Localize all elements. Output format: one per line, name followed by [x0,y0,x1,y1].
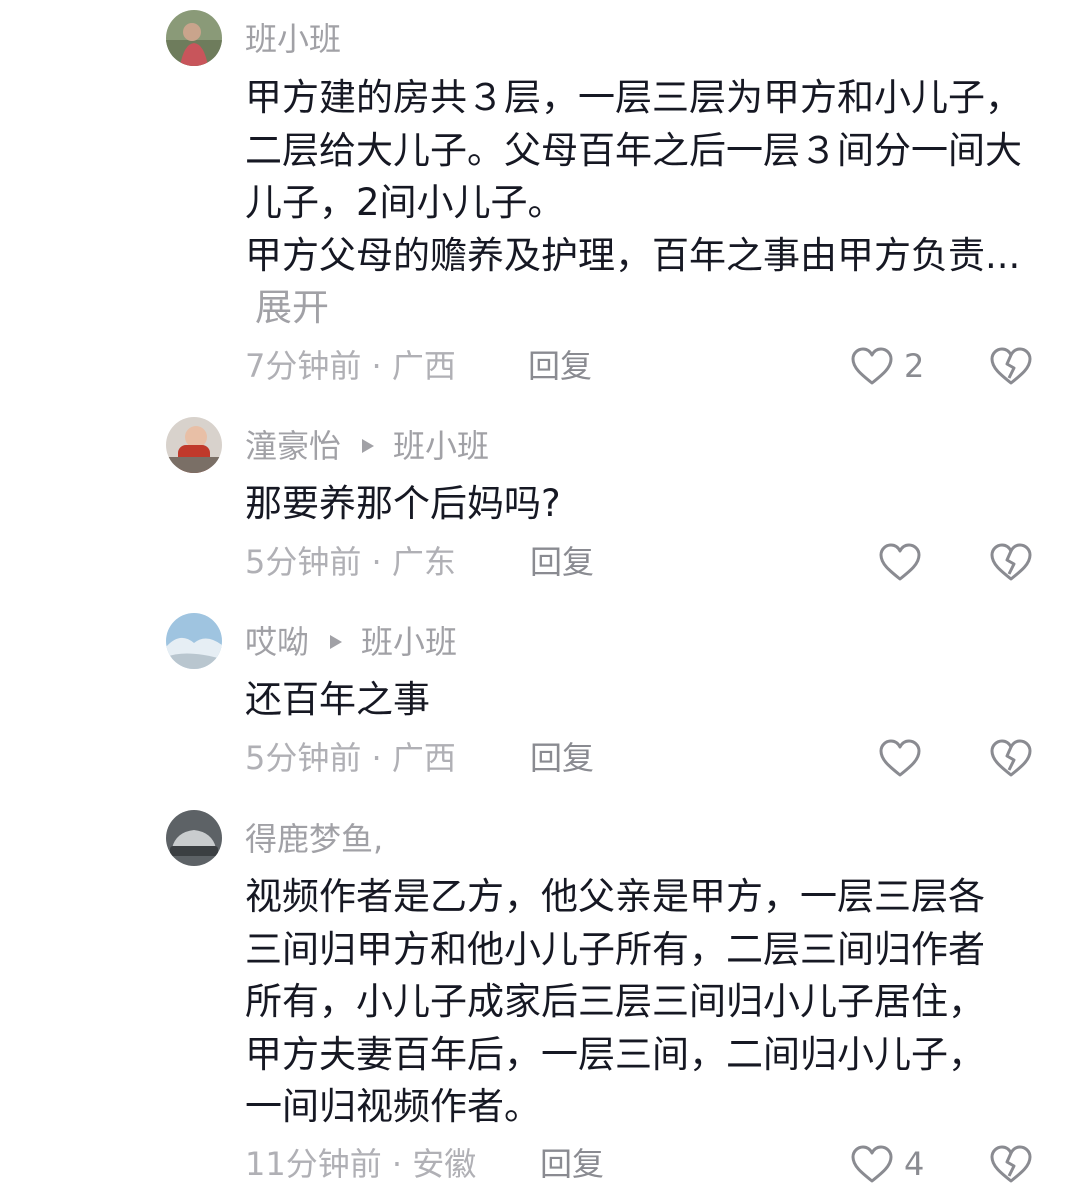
time-location: 7分钟前 · 广西 [245,347,456,385]
avatar-child-icon [166,417,222,473]
heart-icon [851,1145,893,1183]
time-location: 11分钟前 · 安徽 [245,1145,477,1183]
like-button[interactable]: 2 [850,346,924,386]
reply-button[interactable]: 回复 [540,1144,604,1184]
reply-arrow-icon [361,438,375,454]
heart-icon [879,543,921,581]
like-button[interactable] [878,542,922,582]
comment-paragraph: 那要养那个后妈吗? [245,482,561,525]
comment-paragraph: 视频作者是乙方，他父亲是甲方，一层三层各三间归甲方和他小儿子所有，二层三间归作者… [245,875,985,1128]
reply-arrow-icon [329,634,343,650]
like-button[interactable] [878,738,922,778]
avatar-landscape-icon [166,613,222,669]
username[interactable]: 潼豪怡 [245,426,341,466]
comment-paragraph-text: 甲方父母的赡养及护理，百年之事由甲方负责... [245,233,1021,277]
broken-heart-icon[interactable] [989,738,1033,778]
broken-heart-icon[interactable] [989,346,1033,386]
reply-to-username[interactable]: 班小班 [361,622,457,662]
comment-paragraph: 甲方父母的赡养及护理，百年之事由甲方负责... 展开 [245,230,1045,335]
avatar[interactable] [166,10,222,66]
comment-text: 还百年之事 [245,674,1045,727]
avatar-car-icon [166,810,222,866]
like-count: 4 [904,1145,925,1183]
username[interactable]: 班小班 [245,19,341,59]
username[interactable]: 哎呦 [245,622,309,662]
comment-text: 视频作者是乙方，他父亲是甲方，一层三层各三间归甲方和他小儿子所有，二层三间归作者… [245,871,1015,1134]
like-count: 2 [904,347,925,385]
comment-paragraph: 还百年之事 [245,678,430,721]
reply-button[interactable]: 回复 [528,346,592,386]
avatar[interactable] [166,613,222,669]
expand-button[interactable]: 展开 [255,286,329,329]
heart-icon [879,739,921,777]
username[interactable]: 得鹿梦鱼, [245,819,383,859]
avatar-person-icon [166,10,222,66]
heart-icon [851,347,893,385]
reply-to-username[interactable]: 班小班 [393,426,489,466]
comment-text: 甲方建的房共３层，一层三层为甲方和小儿子，二层给大儿子。父母百年之后一层３间分一… [245,72,1045,335]
avatar[interactable] [166,417,222,473]
avatar[interactable] [166,810,222,866]
reply-button[interactable]: 回复 [530,542,594,582]
broken-heart-icon[interactable] [989,542,1033,582]
comment-paragraph: 甲方建的房共３层，一层三层为甲方和小儿子，二层给大儿子。父母百年之后一层３间分一… [245,76,1022,224]
time-location: 5分钟前 · 广西 [245,739,456,777]
comment-text: 那要养那个后妈吗? [245,478,1045,531]
like-button[interactable]: 4 [850,1144,924,1184]
reply-button[interactable]: 回复 [530,738,594,778]
broken-heart-icon[interactable] [989,1144,1033,1184]
time-location: 5分钟前 · 广东 [245,543,456,581]
